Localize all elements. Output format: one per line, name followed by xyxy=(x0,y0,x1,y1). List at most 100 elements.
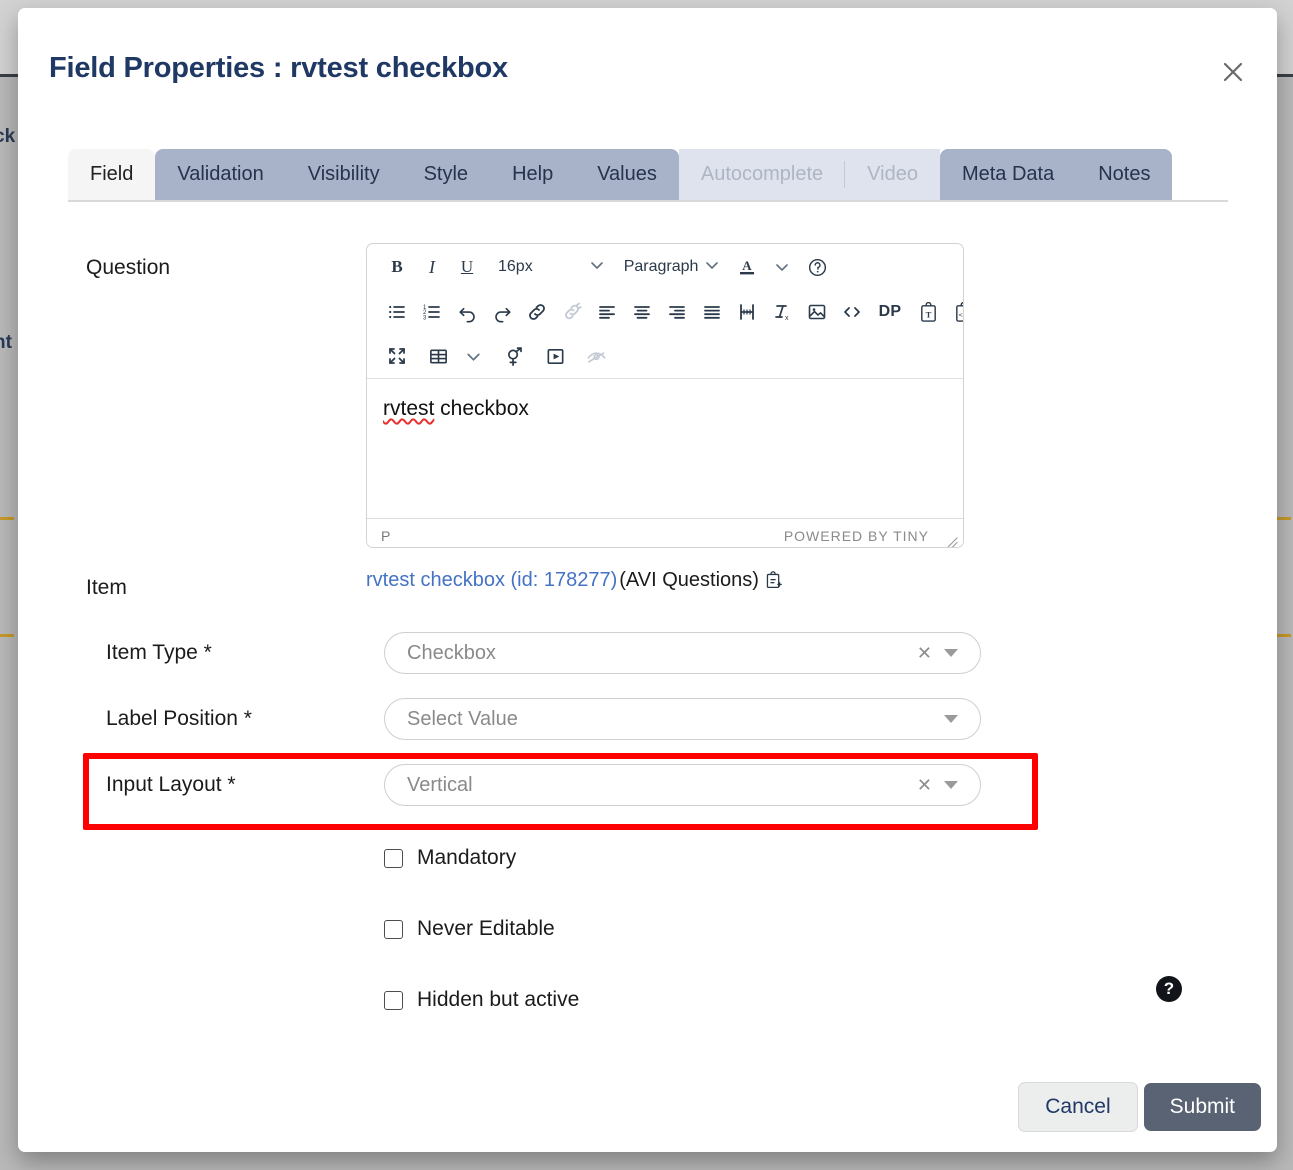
mandatory-checkbox[interactable] xyxy=(384,848,403,868)
background-text-fragment-1: ck xyxy=(0,126,16,147)
tab-field[interactable]: Field xyxy=(68,149,156,200)
numbered-list-icon[interactable]: 1 2 3 xyxy=(416,296,448,328)
question-label: Question xyxy=(86,256,171,279)
background-dashed-line-left-2 xyxy=(0,634,18,637)
help-fab-icon[interactable]: ? xyxy=(1156,976,1182,1002)
dp-label: DP xyxy=(878,303,902,320)
svg-text:T: T xyxy=(925,309,931,319)
input-layout-select[interactable]: Vertical ✕ xyxy=(384,764,981,806)
tab-notes[interactable]: Notes xyxy=(1076,149,1173,200)
input-layout-label: Input Layout * xyxy=(106,773,236,796)
editor-content-text: rvtest checkbox xyxy=(383,397,947,421)
bold-icon[interactable]: B xyxy=(381,251,413,283)
label-position-label: Label Position * xyxy=(106,707,252,730)
item-label: Item xyxy=(86,576,127,599)
never-editable-checkbox-row[interactable]: Never Editable xyxy=(384,917,555,941)
item-value: rvtest checkbox (id: 178277) (AVI Questi… xyxy=(366,569,783,592)
table-chevron-icon[interactable] xyxy=(457,340,489,372)
font-size-value: 16px xyxy=(498,258,533,275)
font-size-select[interactable]: 16px xyxy=(494,251,609,283)
tab-meta-data[interactable]: Meta Data xyxy=(939,149,1077,200)
block-format-value: Paragraph xyxy=(623,258,699,275)
paste-as-html-icon[interactable]: </> xyxy=(947,296,963,328)
fullscreen-icon[interactable] xyxy=(381,340,413,372)
copy-to-clipboard-icon[interactable] xyxy=(764,571,783,590)
align-center-icon[interactable] xyxy=(626,296,658,328)
item-type-value: Checkbox xyxy=(407,641,496,664)
field-properties-dialog: Field Properties : rvtest checkbox Field… xyxy=(18,8,1277,1152)
editor-content-rest: checkbox xyxy=(434,397,529,420)
tab-autocomplete: Autocomplete xyxy=(678,149,846,200)
underline-icon[interactable]: U xyxy=(451,251,483,283)
tiny-branding[interactable]: POWERED BY TINY xyxy=(784,528,949,544)
chevron-down-icon[interactable] xyxy=(944,715,958,723)
link-icon[interactable] xyxy=(521,296,553,328)
question-rich-text-editor[interactable]: B I U 16px Paragraph A 1 2 3 x DP T < rv… xyxy=(366,243,964,548)
gender-symbol-icon[interactable] xyxy=(498,340,530,372)
editor-toolbar-row-3 xyxy=(367,334,963,378)
table-icon[interactable] xyxy=(422,340,454,372)
preview-hidden-icon[interactable] xyxy=(580,340,612,372)
chevron-down-icon[interactable] xyxy=(944,649,958,657)
insert-image-icon[interactable] xyxy=(801,296,833,328)
background-dashed-line-right-1 xyxy=(1277,517,1293,520)
redo-icon[interactable] xyxy=(486,296,518,328)
input-layout-clear-icon[interactable]: ✕ xyxy=(909,775,940,796)
text-color-icon[interactable]: A xyxy=(731,251,763,283)
bullet-list-icon[interactable] xyxy=(381,296,413,328)
media-icon[interactable] xyxy=(539,340,571,372)
italic-icon[interactable]: I xyxy=(416,251,448,283)
unlink-icon[interactable] xyxy=(556,296,588,328)
hidden-but-active-checkbox[interactable] xyxy=(384,990,403,1010)
tab-bar: Field Validation Visibility Style Help V… xyxy=(68,149,1228,207)
mandatory-label: Mandatory xyxy=(417,846,517,869)
hidden-but-active-checkbox-row[interactable]: Hidden but active xyxy=(384,988,579,1012)
editor-content-area[interactable]: rvtest checkbox xyxy=(367,378,963,518)
editor-status-bar: P POWERED BY TINY xyxy=(367,518,963,547)
label-position-value: Select Value xyxy=(407,707,518,730)
resize-handle-icon[interactable] xyxy=(944,534,958,547)
block-format-select[interactable]: Paragraph xyxy=(620,251,725,283)
tab-values[interactable]: Values xyxy=(575,149,679,200)
chevron-down-icon xyxy=(589,257,605,278)
mandatory-checkbox-row[interactable]: Mandatory xyxy=(384,846,516,870)
never-editable-label: Never Editable xyxy=(417,917,555,940)
text-color-chevron-icon[interactable] xyxy=(766,251,798,283)
background-dashed-line-right-2 xyxy=(1277,634,1293,637)
dialog-header: Field Properties : rvtest checkbox xyxy=(18,8,1277,120)
chevron-down-icon[interactable] xyxy=(944,781,958,789)
clear-formatting-icon[interactable]: x xyxy=(766,296,798,328)
tab-style[interactable]: Style xyxy=(401,149,491,200)
undo-icon[interactable] xyxy=(451,296,483,328)
never-editable-checkbox[interactable] xyxy=(384,919,403,939)
svg-text:3: 3 xyxy=(423,315,427,321)
tab-visibility[interactable]: Visibility xyxy=(285,149,402,200)
submit-button[interactable]: Submit xyxy=(1143,1083,1261,1131)
background-dashed-line-left-1 xyxy=(0,517,18,520)
misspelled-word: rvtest xyxy=(383,397,435,420)
dp-button[interactable]: DP xyxy=(871,296,909,328)
hidden-but-active-label: Hidden but active xyxy=(417,988,580,1011)
close-icon[interactable] xyxy=(1215,54,1251,90)
cancel-button[interactable]: Cancel xyxy=(1018,1082,1138,1132)
element-path[interactable]: P xyxy=(381,528,391,544)
align-left-icon[interactable] xyxy=(591,296,623,328)
label-position-select[interactable]: Select Value xyxy=(384,698,981,740)
source-code-icon[interactable] xyxy=(836,296,868,328)
tab-video: Video xyxy=(845,149,940,200)
chevron-down-icon xyxy=(704,257,720,278)
editor-toolbar-row-2: 1 2 3 x DP T < xyxy=(367,290,963,334)
tab-validation[interactable]: Validation xyxy=(155,149,286,200)
editor-toolbar-row-1: B I U 16px Paragraph A xyxy=(367,244,963,290)
align-justify-icon[interactable] xyxy=(696,296,728,328)
item-type-select[interactable]: Checkbox ✕ xyxy=(384,632,981,674)
item-type-clear-icon[interactable]: ✕ xyxy=(909,643,940,664)
paste-as-text-icon[interactable]: T xyxy=(912,296,944,328)
editor-help-icon[interactable] xyxy=(801,251,833,283)
item-source-text: (AVI Questions) xyxy=(619,569,759,591)
align-right-icon[interactable] xyxy=(661,296,693,328)
page-break-icon[interactable] xyxy=(731,296,763,328)
tab-help[interactable]: Help xyxy=(490,149,576,200)
item-link[interactable]: rvtest checkbox (id: 178277) xyxy=(366,569,617,592)
svg-text:A: A xyxy=(743,258,753,273)
